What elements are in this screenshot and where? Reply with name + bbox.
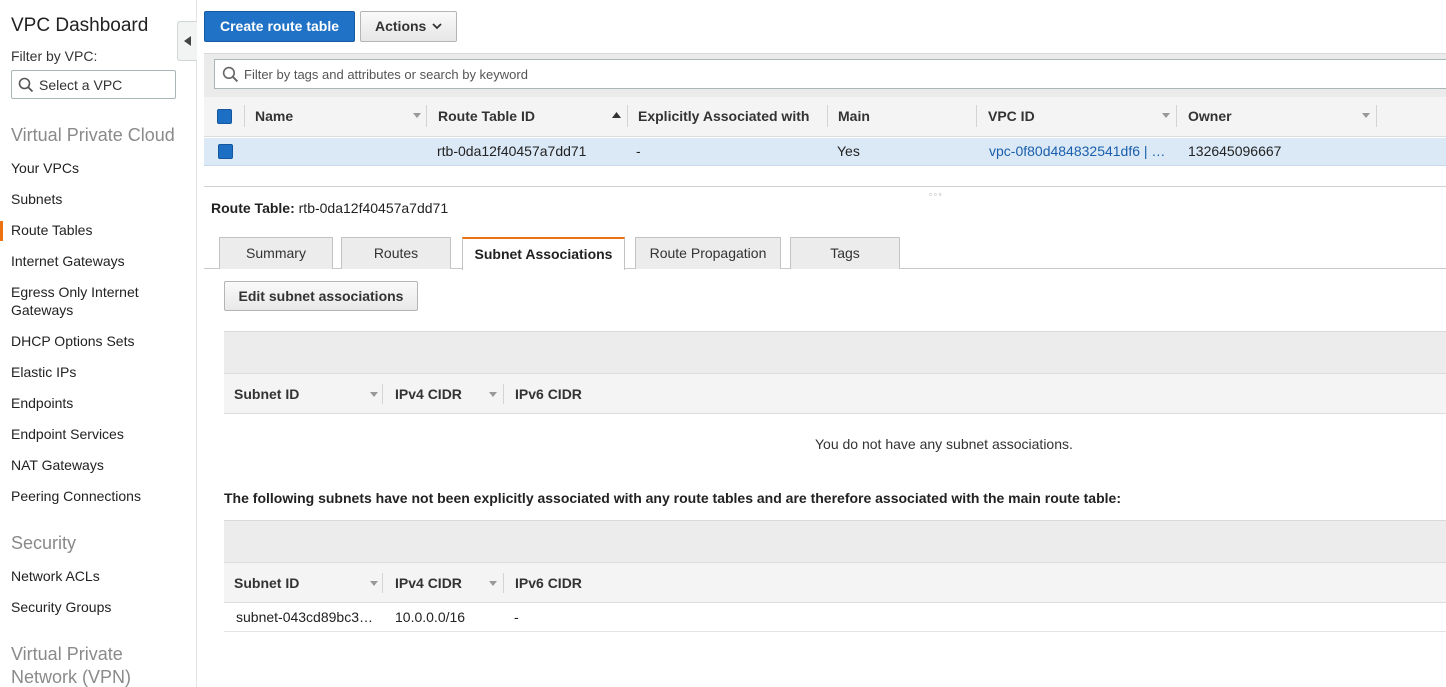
- column-separator: [382, 573, 383, 593]
- cell-vpc-id-link[interactable]: vpc-0f80d484832541df6 | …: [989, 138, 1169, 166]
- pane-splitter[interactable]: [204, 186, 1446, 187]
- cell-ipv4-cidr: 10.0.0.0/16: [395, 609, 466, 625]
- chevron-left-icon: [184, 36, 191, 46]
- table-row: subnet-043cd89bc3… 10.0.0.0/16 -: [224, 604, 1446, 632]
- sidebar-item-dhcp-options-sets[interactable]: DHCP Options Sets: [11, 332, 134, 350]
- implicit-table-header: Subnet ID IPv4 CIDR IPv6 CIDR: [224, 562, 1446, 603]
- implicit-table-toolbar: [224, 520, 1446, 562]
- subnet-table-header: Subnet ID IPv4 CIDR IPv6 CIDR: [224, 373, 1446, 414]
- cell-owner: 132645096667: [1188, 143, 1282, 159]
- filter-placeholder: Filter by tags and attributes or search …: [244, 67, 528, 82]
- subnet-table-toolbar: [224, 331, 1446, 373]
- filter-search-input[interactable]: Filter by tags and attributes or search …: [214, 59, 1446, 89]
- cell-ipv6-cidr: -: [514, 609, 519, 625]
- tab-route-propagation[interactable]: Route Propagation: [635, 237, 781, 269]
- column-header-ipv4-cidr[interactable]: IPv4 CIDR: [395, 563, 462, 603]
- column-header-ipv6-cidr[interactable]: IPv6 CIDR: [515, 374, 582, 414]
- active-item-indicator: [0, 221, 3, 241]
- column-header-main[interactable]: Main: [838, 97, 870, 137]
- column-separator: [1176, 105, 1177, 127]
- column-separator: [976, 105, 977, 127]
- sidebar-title[interactable]: VPC Dashboard: [11, 15, 148, 37]
- detail-title-value: rtb-0da12f40457a7dd71: [298, 200, 449, 216]
- column-header-name[interactable]: Name: [255, 97, 293, 137]
- sidebar-item-network-acls[interactable]: Network ACLs: [11, 567, 100, 585]
- column-separator: [244, 105, 245, 127]
- tab-summary[interactable]: Summary: [219, 237, 333, 269]
- search-icon: [222, 66, 239, 83]
- sort-caret-icon: [370, 392, 378, 397]
- column-header-ipv4-cidr[interactable]: IPv4 CIDR: [395, 374, 462, 414]
- column-separator: [382, 384, 383, 404]
- sidebar-item-endpoints[interactable]: Endpoints: [11, 394, 73, 412]
- sidebar-item-egress-only-internet-gateways[interactable]: Egress Only Internet Gateways: [11, 283, 161, 319]
- route-tables-grid-header: Name Route Table ID Explicitly Associate…: [204, 97, 1446, 137]
- column-header-owner[interactable]: Owner: [1188, 97, 1232, 137]
- column-header-ipv6-cidr[interactable]: IPv6 CIDR: [515, 563, 582, 603]
- filter-by-vpc-label: Filter by VPC:: [11, 48, 98, 64]
- detail-title-label: Route Table:: [211, 200, 295, 216]
- sidebar-item-peering-connections[interactable]: Peering Connections: [11, 487, 141, 505]
- detail-title: Route Table: rtb-0da12f40457a7dd71: [211, 200, 448, 216]
- sort-caret-icon: [413, 113, 421, 118]
- column-header-explicitly-associated-with[interactable]: Explicitly Associated with: [638, 97, 809, 137]
- tab-subnet-associations[interactable]: Subnet Associations: [462, 237, 625, 270]
- section-security: Security: [11, 533, 77, 553]
- chevron-down-icon: [432, 23, 442, 30]
- vpc-select[interactable]: Select a VPC: [11, 70, 176, 99]
- collapse-sidebar-button[interactable]: [177, 21, 197, 61]
- actions-label: Actions: [375, 18, 427, 34]
- tab-routes[interactable]: Routes: [341, 237, 451, 269]
- sidebar-item-subnets[interactable]: Subnets: [11, 190, 62, 208]
- sidebar-item-nat-gateways[interactable]: NAT Gateways: [11, 456, 104, 474]
- column-separator: [827, 105, 828, 127]
- sort-caret-icon: [1362, 113, 1370, 118]
- sidebar-item-elastic-ips[interactable]: Elastic IPs: [11, 363, 76, 381]
- sort-caret-icon: [1162, 113, 1170, 118]
- edit-subnet-associations-button[interactable]: Edit subnet associations: [224, 281, 418, 311]
- column-header-route-table-id[interactable]: Route Table ID: [438, 97, 535, 137]
- column-separator: [426, 105, 427, 127]
- sidebar-item-endpoint-services[interactable]: Endpoint Services: [11, 425, 124, 443]
- sidebar-item-your-vpcs[interactable]: Your VPCs: [11, 159, 79, 177]
- sort-caret-icon: [489, 581, 497, 586]
- column-separator: [1376, 105, 1377, 127]
- cell-explicitly-associated-with: -: [636, 143, 641, 159]
- section-virtual-private-network: Virtual Private Network (VPN): [11, 644, 132, 687]
- column-header-subnet-id[interactable]: Subnet ID: [234, 374, 299, 414]
- empty-message: You do not have any subnet associations.: [815, 436, 1073, 452]
- column-separator: [627, 105, 628, 127]
- cell-main: Yes: [837, 143, 860, 159]
- sort-caret-icon: [370, 581, 378, 586]
- implicit-associations-heading: The following subnets have not been expl…: [224, 490, 1121, 506]
- table-row[interactable]: rtb-0da12f40457a7dd71 - Yes vpc-0f80d484…: [204, 138, 1446, 166]
- cell-subnet-id-link[interactable]: subnet-043cd89bc3…: [236, 604, 373, 631]
- vpc-select-placeholder: Select a VPC: [39, 77, 123, 93]
- actions-button[interactable]: Actions: [360, 11, 457, 42]
- sidebar-item-security-groups[interactable]: Security Groups: [11, 598, 111, 616]
- sidebar: VPC Dashboard Filter by VPC: Select a VP…: [0, 0, 197, 687]
- column-header-vpc-id[interactable]: VPC ID: [988, 97, 1035, 137]
- select-all-checkbox[interactable]: [217, 109, 232, 124]
- create-route-table-button[interactable]: Create route table: [204, 11, 355, 42]
- column-separator: [503, 384, 504, 404]
- sidebar-item-route-tables[interactable]: Route Tables: [11, 221, 92, 239]
- sidebar-item-internet-gateways[interactable]: Internet Gateways: [11, 252, 125, 270]
- column-header-subnet-id[interactable]: Subnet ID: [234, 563, 299, 603]
- sort-caret-icon: [489, 392, 497, 397]
- column-separator: [503, 573, 504, 593]
- row-checkbox[interactable]: [218, 144, 233, 159]
- section-virtual-private-cloud: Virtual Private Cloud: [11, 125, 175, 145]
- tab-tags[interactable]: Tags: [790, 237, 900, 269]
- filter-bar: Filter by tags and attributes or search …: [204, 53, 1446, 97]
- cell-route-table-id: rtb-0da12f40457a7dd71: [437, 143, 587, 159]
- search-icon: [18, 77, 34, 93]
- sort-ascending-icon: [612, 112, 621, 118]
- splitter-grip-icon[interactable]: ▫▫▫: [929, 190, 944, 199]
